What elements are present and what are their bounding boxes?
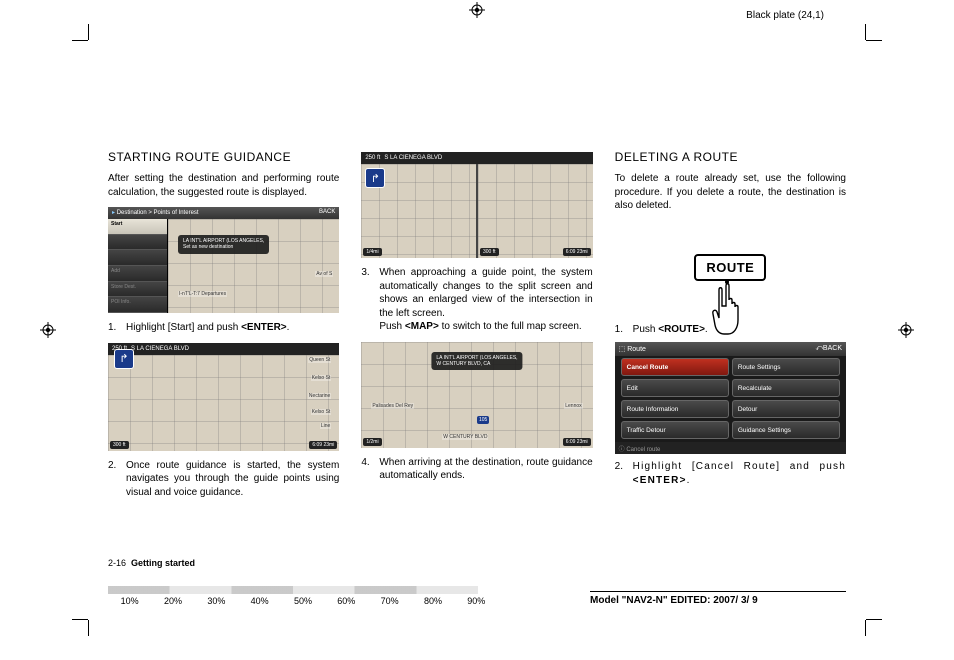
sidebar-item[interactable] <box>108 235 167 251</box>
map-label: Nectarine <box>308 393 331 399</box>
hand-press-icon <box>706 280 754 338</box>
start-button[interactable]: Start <box>108 219 167 235</box>
map-label: Kelso St <box>311 409 332 415</box>
step-1: 1. Highlight [Start] and push <ENTER>. <box>108 321 339 335</box>
map-label: Av of S <box>315 271 333 277</box>
intro-col1: After setting the destination and perfor… <box>108 172 339 199</box>
guidance-settings-button[interactable]: Guidance Settings <box>732 421 840 439</box>
breadcrumb: ▸ Destination > Points of Interest <box>112 209 199 217</box>
map-label: Queen St <box>308 357 331 363</box>
road-name: S LA CIENEGA BLVD <box>131 346 189 352</box>
scale-badge: 300 ft <box>110 441 129 449</box>
road-name: S LA CIENEGA BLVD <box>384 155 442 161</box>
menu-hint: Cancel route <box>626 447 660 453</box>
step-2: 2. Once route guidance is started, the s… <box>108 459 339 500</box>
distance-badge: 250 ft <box>365 155 380 161</box>
route-settings-button[interactable]: Route Settings <box>732 358 840 376</box>
eta-badge: 6:09 23mi <box>563 248 591 256</box>
eta-badge: 6:09 23mi <box>309 441 337 449</box>
highway-shield-icon: 105 <box>477 416 489 424</box>
registration-mark-icon <box>469 2 485 18</box>
sidebar-item[interactable]: Add <box>108 266 167 282</box>
scale-badge: 1/2mi <box>363 438 381 446</box>
tooltip: LA INT'L AIRPORT (LOS ANGELES, W CENTURY… <box>431 352 522 371</box>
route-information-button[interactable]: Route Information <box>621 400 729 418</box>
figure-route-button: ROUTE <box>615 219 846 317</box>
intro-col3: To delete a route already set, use the f… <box>615 172 846 213</box>
figure-destination-menu: ▸ Destination > Points of Interest BACK … <box>108 207 339 313</box>
scale-badge: 1/4mi <box>363 248 381 256</box>
page-number: 2-16 Getting started <box>108 558 195 568</box>
turn-icon: ↱ <box>114 349 134 369</box>
traffic-detour-button[interactable]: Traffic Detour <box>621 421 729 439</box>
map-label: Palisades Del Rey <box>371 403 414 409</box>
back-button[interactable]: BACK <box>319 209 335 217</box>
figure-route-map: 250 ft S LA CIENEGA BLVD ↱ Queen St Kels… <box>108 343 339 451</box>
heading-deleting-route: DELETING A ROUTE <box>615 150 846 164</box>
figure-arrival-map: LA INT'L AIRPORT (LOS ANGELES, W CENTURY… <box>361 342 592 448</box>
step-2-col3: 2. Highlight [Cancel Route] and push <EN… <box>615 460 846 487</box>
plate-label: Black plate (24,1) <box>746 10 824 21</box>
recalculate-button[interactable]: Recalculate <box>732 379 840 397</box>
density-scale: 10%20% 30%40% 50%60% 70%80% 90% <box>108 586 498 606</box>
menu-title: Route <box>627 346 646 353</box>
registration-mark-icon <box>40 322 56 338</box>
edit-button[interactable]: Edit <box>621 379 729 397</box>
sidebar-item[interactable]: Store Dest. <box>108 282 167 298</box>
route-icon: ⬚ <box>619 346 626 353</box>
step-4: 4. When arriving at the destination, rou… <box>361 456 592 483</box>
cancel-route-button[interactable]: Cancel Route <box>621 358 729 376</box>
sidebar-item[interactable] <box>108 250 167 266</box>
back-button[interactable]: ⤺BACK <box>815 345 842 353</box>
model-info: Model "NAV2-N" EDITED: 2007/ 3/ 9 <box>590 591 846 606</box>
scale-badge: 300 ft <box>480 248 499 256</box>
eta-badge: 6:09 23mi <box>563 438 591 446</box>
map-label: Line <box>320 423 331 429</box>
map-label: I-nT'L-T:7 Departures <box>178 291 227 297</box>
map-label: Kelso St <box>311 375 332 381</box>
figure-split-map: 250 ft S LA CIENEGA BLVD ↱ 1/4mi 300 ft … <box>361 152 592 258</box>
map-label: W CENTURY BLVD <box>442 434 488 440</box>
figure-route-menu: ⬚ Route ⤺BACK Cancel Route Route Setting… <box>615 342 846 454</box>
detour-button[interactable]: Detour <box>732 400 840 418</box>
route-hardware-button[interactable]: ROUTE <box>694 254 766 281</box>
step-3: 3. When approaching a guide point, the s… <box>361 266 592 334</box>
map-label: Lennox <box>564 403 582 409</box>
heading-starting-guidance: STARTING ROUTE GUIDANCE <box>108 150 339 164</box>
tooltip: LA INT'L AIRPORT (LOS ANGELES, Set as ne… <box>178 235 269 254</box>
sidebar-item[interactable]: POI Info. <box>108 297 167 313</box>
registration-mark-icon <box>898 322 914 338</box>
info-icon: ⓘ <box>619 447 625 453</box>
turn-icon: ↱ <box>365 168 385 188</box>
